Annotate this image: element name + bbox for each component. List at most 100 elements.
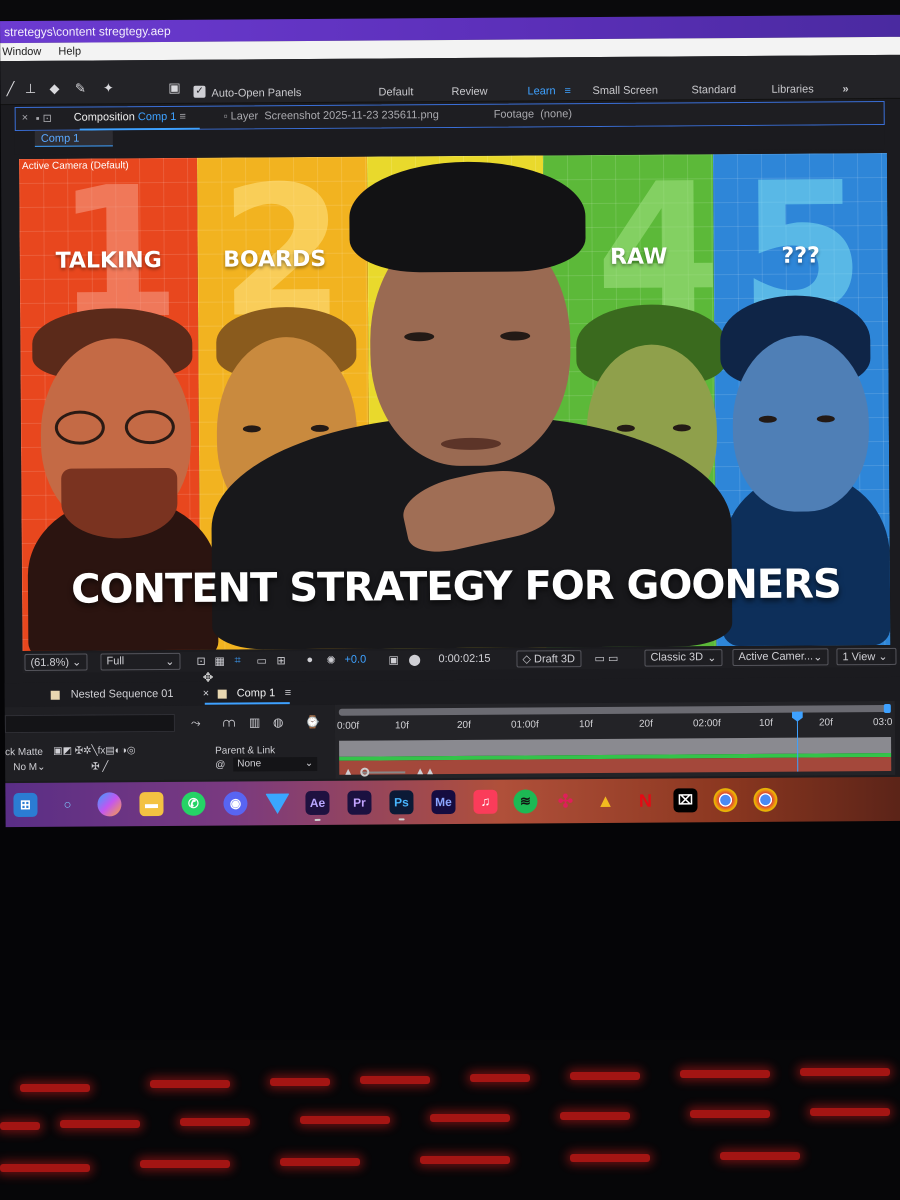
- show-snapshot-icon[interactable]: ⬤: [408, 653, 420, 666]
- composition-label: Composition: [73, 111, 135, 124]
- camera-dropdown[interactable]: Active Camer... ⌄: [732, 648, 829, 667]
- close-tab-icon[interactable]: ×: [203, 688, 210, 700]
- chrome-icon[interactable]: [713, 788, 738, 813]
- capcut-icon[interactable]: ⌧: [673, 788, 698, 813]
- chevron-down-icon: ⌄: [813, 651, 823, 664]
- parent-link-column: Parent & Link: [215, 745, 276, 757]
- mask-path-icon[interactable]: ⌗: [234, 654, 240, 667]
- vectorize-icon[interactable]: [265, 791, 289, 815]
- current-timecode[interactable]: 0:00:02:15: [438, 653, 490, 665]
- region-of-interest-icon[interactable]: ⊡: [196, 655, 205, 668]
- keyboard-backlight: [150, 1080, 230, 1088]
- close-panel-icon[interactable]: ×: [22, 112, 29, 124]
- after-effects-icon[interactable]: Ae: [305, 790, 330, 816]
- composition-viewer[interactable]: 1 TALKING 2 BOARDS 3 4 RAW 5 ???: [18, 152, 891, 652]
- ruler-tick: 01:00f: [510, 719, 539, 731]
- keyboard-backlight: [420, 1156, 510, 1164]
- windows-start-icon[interactable]: ⊞: [13, 792, 38, 818]
- menu-window[interactable]: Window: [2, 43, 41, 61]
- workspace-standard[interactable]: Standard: [691, 84, 736, 96]
- menu-help[interactable]: Help: [58, 43, 81, 61]
- work-area-bar[interactable]: [338, 704, 889, 716]
- eraser-tool-icon[interactable]: ◆: [46, 81, 62, 97]
- workspace-default[interactable]: Default: [378, 86, 413, 98]
- views-dropdown[interactable]: 1 View ⌄: [836, 647, 897, 666]
- music-icon[interactable]: ♫: [473, 789, 498, 814]
- shy-layers-icon[interactable]: ⤳: [191, 716, 201, 731]
- google-drive-icon[interactable]: ▲: [593, 789, 617, 813]
- tab-comp-1[interactable]: Comp 1: [237, 687, 276, 699]
- move-cursor-icon: ✥: [202, 669, 214, 685]
- file-explorer-icon[interactable]: ▬: [139, 792, 164, 817]
- whatsapp-icon[interactable]: ✆: [181, 791, 206, 816]
- lock-icon[interactable]: ▪ ⊡: [36, 112, 52, 125]
- tab-composition[interactable]: Composition Comp 1 ≡: [74, 111, 186, 124]
- renderer-dropdown[interactable]: Classic 3D ⌄: [644, 649, 723, 667]
- tab-footage[interactable]: Footage (none): [494, 108, 572, 121]
- band-label: BOARDS: [223, 246, 327, 273]
- clone-stamp-tool-icon[interactable]: ⊥: [22, 81, 38, 97]
- workspace-overflow-icon[interactable]: »: [842, 83, 848, 95]
- keyboard-backlight: [430, 1114, 510, 1122]
- panel-menu-icon[interactable]: ≡: [179, 111, 186, 123]
- slack-icon[interactable]: ✣: [553, 789, 577, 813]
- camera-value: Active Camer...: [738, 650, 814, 664]
- layer-search-input[interactable]: [4, 713, 175, 734]
- tab-layer[interactable]: ▫ Layer Screenshot 2025-11-23 235611.png: [224, 109, 439, 123]
- time-ruler[interactable]: 0:00f 10f 20f 01:00f 10f 20f 02:00f 10f …: [335, 715, 895, 735]
- brush-tool-icon[interactable]: ╱: [2, 81, 18, 97]
- media-encoder-icon[interactable]: Me: [431, 789, 456, 815]
- panel-icon[interactable]: ▣: [166, 80, 182, 96]
- photoshop-icon[interactable]: Ps: [389, 790, 414, 815]
- band-label: ???: [781, 243, 820, 269]
- timeline-zoom-thumb[interactable]: [360, 767, 370, 777]
- transparency-grid-icon[interactable]: ▦: [214, 655, 224, 668]
- pickwhip-icon[interactable]: @: [215, 760, 225, 771]
- workspace-learn[interactable]: Learn: [527, 85, 555, 97]
- timeline-menu-icon[interactable]: ≡: [285, 687, 292, 699]
- motion-blur-icon[interactable]: ▥: [249, 715, 260, 729]
- copilot-icon[interactable]: [97, 792, 122, 817]
- frame-blending-icon[interactable]: ⩋: [223, 716, 235, 731]
- keyboard-backlight: [800, 1068, 890, 1076]
- zoom-in-icon[interactable]: ▲▲: [415, 766, 435, 777]
- search-icon[interactable]: ○: [55, 793, 79, 817]
- zoom-out-icon[interactable]: ▲: [343, 767, 353, 778]
- parent-dropdown[interactable]: None ⌄: [233, 756, 318, 772]
- snapshot-icon[interactable]: ▣: [388, 653, 398, 666]
- auto-open-panels-checkbox[interactable]: ✓: [193, 85, 206, 98]
- netflix-icon[interactable]: N: [633, 789, 657, 813]
- draft-3d-toggle[interactable]: ◇ Draft 3D: [516, 650, 582, 668]
- comp-flowchart-icon[interactable]: ⌚: [305, 715, 320, 729]
- keyboard-backlight: [140, 1160, 230, 1168]
- workspace-libraries[interactable]: Libraries: [771, 83, 813, 95]
- workspace-small-screen[interactable]: Small Screen: [592, 85, 658, 97]
- zoom-dropdown[interactable]: (61.8%) ⌄: [24, 653, 88, 671]
- puppet-pin-tool-icon[interactable]: ✦: [100, 80, 116, 96]
- spotify-icon[interactable]: ≋: [513, 789, 538, 814]
- layer-switches[interactable]: ✠ ╱: [91, 761, 108, 772]
- workspace-review[interactable]: Review: [451, 86, 487, 98]
- grid-guides-icon[interactable]: ⊞: [276, 654, 285, 667]
- discord-icon[interactable]: ◉: [223, 791, 248, 816]
- comp-breadcrumb[interactable]: Comp 1: [34, 130, 113, 147]
- resolution-dropdown[interactable]: Full ⌄: [100, 652, 181, 671]
- keyboard-backlight: [20, 1084, 90, 1092]
- extended-viewer-icon[interactable]: ▭ ▭: [594, 652, 618, 665]
- workspace-menu-icon[interactable]: ≡: [564, 85, 571, 97]
- keyboard-backlight: [270, 1078, 330, 1086]
- keyboard-backlight: [0, 1164, 90, 1172]
- premiere-pro-icon[interactable]: Pr: [347, 790, 372, 815]
- graph-editor-icon[interactable]: ◍: [273, 715, 284, 729]
- keyboard-backlight: [60, 1120, 140, 1128]
- chrome-profile-icon[interactable]: [753, 787, 778, 812]
- track-matte-value[interactable]: No M⌄: [13, 762, 45, 773]
- keyboard-backlight: [0, 1122, 40, 1130]
- safe-zones-icon[interactable]: ▭: [256, 654, 266, 667]
- roto-brush-tool-icon[interactable]: ✎: [72, 81, 88, 97]
- channel-icon[interactable]: ●: [306, 654, 313, 666]
- exposure-reset-icon[interactable]: ✺: [326, 654, 335, 667]
- exposure-value[interactable]: +0.0: [344, 654, 366, 666]
- ruler-tick: 10f: [758, 717, 773, 729]
- tab-nested-sequence[interactable]: Nested Sequence 01: [71, 688, 174, 701]
